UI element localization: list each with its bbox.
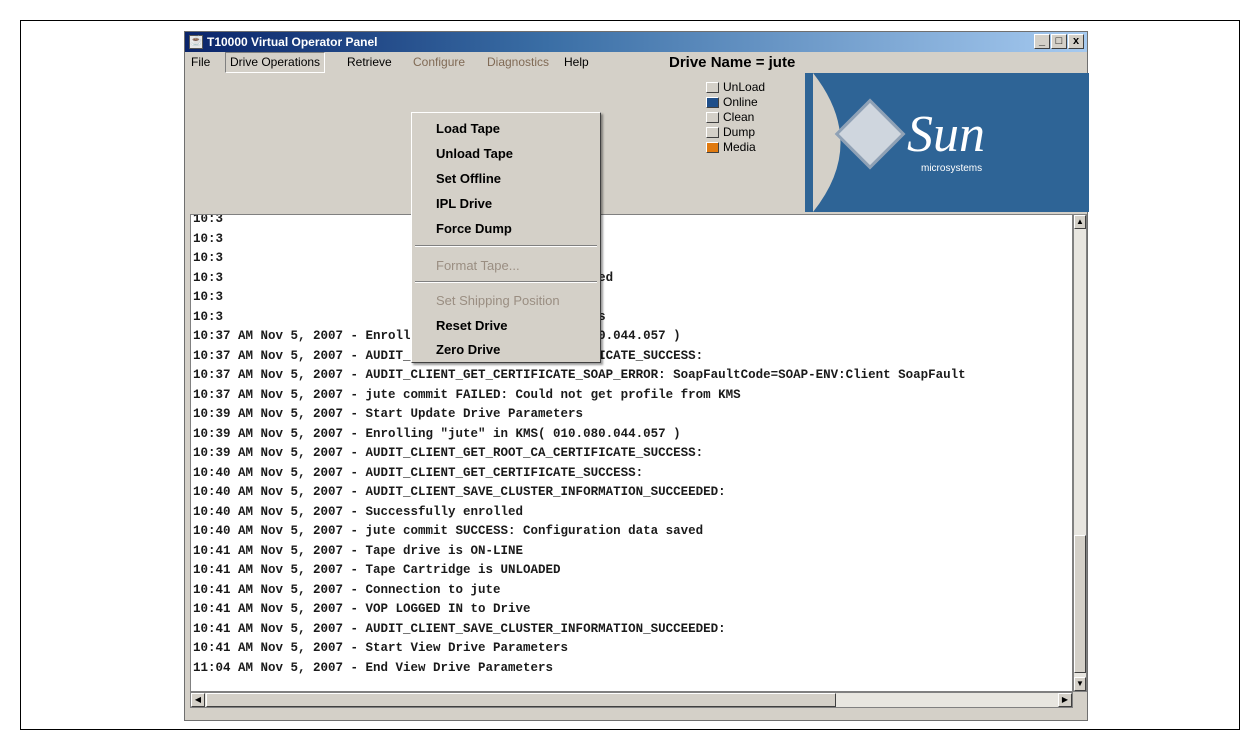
log-line: 10:37 AM Nov 5, 2007 - jute commit FAILE… <box>193 387 741 402</box>
log-line: 10:37 AM Nov 5, 2007 - AUDIT_CLIENT_GET_… <box>193 368 966 382</box>
menu-item-unload-tape[interactable]: Unload Tape <box>436 146 513 161</box>
menu-item-ipl-drive[interactable]: IPL Drive <box>436 196 492 211</box>
horizontal-scrollbar[interactable]: ◀ ▶ <box>190 692 1073 708</box>
indicator-dump: Dump <box>706 125 765 140</box>
operator-panel-window: ☕ T10000 Virtual Operator Panel _ □ x Fi… <box>184 31 1089 721</box>
menu-item-set-shipping-position: Set Shipping Position <box>436 293 560 308</box>
menu-drive-operations[interactable]: Drive Operations <box>225 52 326 73</box>
menu-diagnostics[interactable]: Diagnostics <box>483 52 553 73</box>
indicator-label: UnLoad <box>723 80 766 94</box>
indicator-list: UnLoad Online Clean Dump Media <box>706 80 765 155</box>
log-line: 10:40 AM Nov 5, 2007 - AUDIT_CLIENT_GET_… <box>193 465 644 480</box>
log-line: 10:39 AM Nov 5, 2007 - Enrolling "jute" … <box>193 426 681 441</box>
indicator-online: Online <box>706 95 765 110</box>
menu-file[interactable]: File <box>187 52 214 73</box>
title-bar[interactable]: ☕ T10000 Virtual Operator Panel _ □ x <box>185 32 1087 52</box>
log-line: 10:40 AM Nov 5, 2007 - jute commit SUCCE… <box>193 524 704 538</box>
log-line: 10:41 AM Nov 5, 2007 - Start View Drive … <box>193 641 569 655</box>
log-line: 10:40 AM Nov 5, 2007 - Successfully enro… <box>193 504 524 519</box>
menu-item-load-tape[interactable]: Load Tape <box>436 121 500 136</box>
scroll-up-icon[interactable]: ▲ <box>1074 215 1086 229</box>
close-button[interactable]: x <box>1068 34 1084 49</box>
vertical-scrollbar[interactable]: ▲ ▼ <box>1073 214 1087 692</box>
maximize-button[interactable]: □ <box>1051 34 1067 49</box>
menu-retrieve[interactable]: Retrieve <box>343 52 396 73</box>
log-line: 11:04 AM Nov 5, 2007 - End View Drive Pa… <box>193 660 554 675</box>
menu-configure[interactable]: Configure <box>409 52 469 73</box>
log-line: 10:41 AM Nov 5, 2007 - VOP LOGGED IN to … <box>193 602 531 616</box>
menu-item-format-tape: Format Tape... <box>436 258 520 273</box>
logo-brand: Sun <box>907 106 985 163</box>
menu-item-force-dump[interactable]: Force Dump <box>436 221 512 236</box>
log-line: 10:41 AM Nov 5, 2007 - Tape drive is ON-… <box>193 543 524 558</box>
log-line: 10:41 AM Nov 5, 2007 - Tape Cartridge is… <box>193 563 561 577</box>
sun-logo-panel: Sun microsystems <box>805 73 1089 212</box>
menu-bar: File Drive Operations Retrieve Configure… <box>185 52 1087 73</box>
log-line: 10:39 AM Nov 5, 2007 - Start Update Driv… <box>193 407 584 421</box>
menu-separator <box>415 245 597 247</box>
indicator-media: Media <box>706 140 765 155</box>
online-led-icon <box>706 97 719 108</box>
unload-led-icon <box>706 82 719 93</box>
drive-operations-menu: Load Tape Unload Tape Set Offline IPL Dr… <box>411 112 601 363</box>
horizontal-scroll-thumb[interactable] <box>206 693 836 707</box>
dump-led-icon <box>706 127 719 138</box>
log-line: 10:39 AM Nov 5, 2007 - AUDIT_CLIENT_GET_… <box>193 446 704 460</box>
menu-help[interactable]: Help <box>560 52 593 73</box>
control-panel: UnLoad Online Clean Dump Media Sun micro… <box>185 73 1089 212</box>
indicator-clean: Clean <box>706 110 765 125</box>
log-line: 10:41 AM Nov 5, 2007 - Connection to jut… <box>193 582 501 597</box>
indicator-label: Clean <box>723 110 755 124</box>
logo-subtitle: microsystems <box>921 163 983 174</box>
menu-item-set-offline[interactable]: Set Offline <box>436 171 501 186</box>
drive-name-label: Drive Name = jute <box>669 54 796 71</box>
minimize-button[interactable]: _ <box>1034 34 1050 49</box>
app-icon: ☕ <box>189 35 203 49</box>
menu-item-zero-drive[interactable]: Zero Drive <box>436 342 500 357</box>
indicator-unload: UnLoad <box>706 80 765 95</box>
log-line: 10:41 AM Nov 5, 2007 - AUDIT_CLIENT_SAVE… <box>193 621 726 636</box>
log-line: 10:40 AM Nov 5, 2007 - AUDIT_CLIENT_SAVE… <box>193 485 726 499</box>
scroll-down-icon[interactable]: ▼ <box>1074 677 1086 691</box>
media-led-icon <box>706 142 719 153</box>
scroll-left-icon[interactable]: ◀ <box>191 693 205 707</box>
indicator-label: Media <box>723 140 756 154</box>
menu-item-reset-drive[interactable]: Reset Drive <box>436 318 508 333</box>
indicator-label: Online <box>723 95 758 109</box>
menu-separator <box>415 281 597 283</box>
log-text-area[interactable]: 10:3 LOGGED IN to Drive 10:3 t View Drive… <box>190 214 1073 692</box>
window-title: T10000 Virtual Operator Panel <box>207 35 378 49</box>
indicator-label: Dump <box>723 125 756 139</box>
scroll-right-icon[interactable]: ▶ <box>1058 693 1072 707</box>
clean-led-icon <box>706 112 719 123</box>
vertical-scroll-thumb[interactable] <box>1074 535 1086 673</box>
